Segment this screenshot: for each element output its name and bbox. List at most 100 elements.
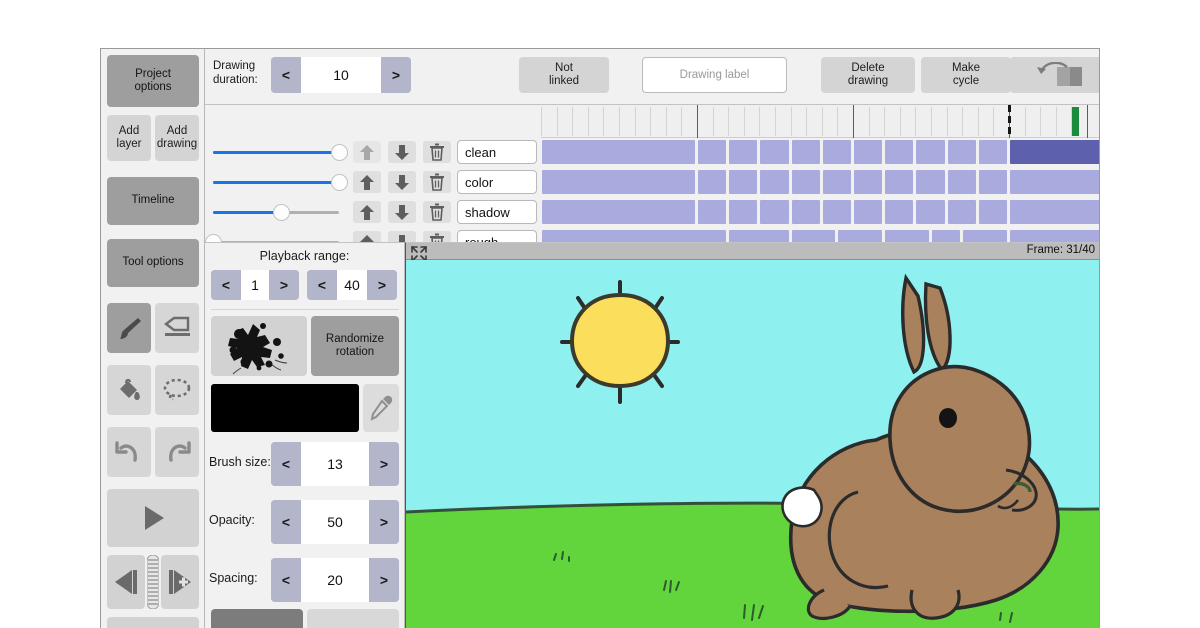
frame-cell[interactable] (760, 140, 789, 164)
layer-name-input[interactable]: shadow (457, 200, 537, 224)
spacing-increment[interactable]: > (369, 558, 399, 602)
layer-move-down-button[interactable] (388, 171, 416, 193)
frame-cell[interactable] (542, 140, 695, 164)
frame-cell[interactable] (1010, 170, 1099, 194)
play-button[interactable] (107, 489, 199, 547)
frame-cell[interactable] (978, 200, 1007, 224)
playback-start-value[interactable]: 1 (241, 270, 269, 300)
frame-cell-selected[interactable] (1010, 140, 1099, 164)
frame-cell[interactable] (822, 170, 851, 194)
spacing-decrement[interactable]: < (271, 558, 301, 602)
layer-delete-button[interactable] (423, 201, 451, 223)
frame-cell[interactable] (760, 200, 789, 224)
playback-start-increment[interactable]: > (269, 270, 299, 300)
layer-name-input[interactable]: clean (457, 140, 537, 164)
opacity-increment[interactable]: > (369, 500, 399, 544)
layer-delete-button[interactable] (423, 141, 451, 163)
layer-opacity-knob[interactable] (273, 204, 291, 221)
next-frame-add-button[interactable] (161, 555, 199, 609)
previous-frame-button[interactable] (107, 555, 145, 609)
delete-drawing-button[interactable]: Delete drawing (821, 57, 915, 93)
drawing-duration-decrement[interactable]: < (271, 57, 301, 93)
undo-button[interactable] (107, 427, 151, 477)
frame-cell[interactable] (978, 140, 1007, 164)
frame-cell[interactable] (698, 200, 727, 224)
project-options-button[interactable]: Project options (107, 55, 199, 107)
frame-cell[interactable] (916, 200, 945, 224)
color-swatch[interactable] (211, 384, 359, 432)
frame-cell[interactable] (854, 200, 883, 224)
lasso-select-tool-button[interactable] (155, 365, 199, 415)
layer-opacity-knob[interactable] (331, 174, 348, 191)
opacity-decrement[interactable]: < (271, 500, 301, 544)
layer-move-down-button[interactable] (388, 201, 416, 223)
tool-options-extra-button-right[interactable] (307, 609, 399, 628)
frame-cell[interactable] (791, 140, 820, 164)
rail-extra-button[interactable] (107, 617, 199, 628)
playback-start-decrement[interactable]: < (211, 270, 241, 300)
frame-cell[interactable] (916, 140, 945, 164)
eraser-tool-button[interactable] (155, 303, 199, 353)
layer-name-input[interactable]: color (457, 170, 537, 194)
playback-end-decrement[interactable]: < (307, 270, 337, 300)
frame-cell[interactable] (947, 170, 976, 194)
not-linked-button[interactable]: Not linked (519, 57, 609, 93)
layer-move-up-button[interactable] (353, 171, 381, 193)
frame-cell[interactable] (1010, 200, 1099, 224)
brush-tool-button[interactable] (107, 303, 151, 353)
frame-cell[interactable] (822, 200, 851, 224)
timeline-ruler[interactable] (541, 105, 1099, 138)
randomize-rotation-button[interactable]: Randomize rotation (311, 316, 399, 376)
frame-cell[interactable] (916, 170, 945, 194)
drawing-duration-stepper[interactable]: < 10 > (271, 57, 411, 93)
frame-cell[interactable] (729, 140, 758, 164)
frame-cell[interactable] (978, 170, 1007, 194)
frame-cell[interactable] (885, 140, 914, 164)
drawing-duration-increment[interactable]: > (381, 57, 411, 93)
drawing-stage[interactable] (406, 260, 1099, 628)
opacity-stepper[interactable]: < 50 > (271, 500, 399, 544)
playhead[interactable] (1008, 105, 1011, 138)
opacity-value[interactable]: 50 (301, 500, 369, 544)
playback-end-increment[interactable]: > (367, 270, 397, 300)
layer-move-up-button[interactable] (353, 141, 381, 163)
tool-options-button[interactable]: Tool options (107, 239, 199, 287)
tool-options-extra-button-left[interactable] (211, 609, 303, 628)
frame-cell[interactable] (698, 140, 727, 164)
frame-cell[interactable] (947, 140, 976, 164)
frame-cell[interactable] (542, 170, 695, 194)
frame-cell[interactable] (760, 170, 789, 194)
frame-cell[interactable] (885, 170, 914, 194)
frame-cell[interactable] (729, 200, 758, 224)
frame-cell[interactable] (791, 170, 820, 194)
layer-delete-button[interactable] (423, 171, 451, 193)
drawing-duration-value[interactable]: 10 (301, 57, 381, 93)
playback-start-stepper[interactable]: < 1 > (211, 270, 299, 300)
brush-size-stepper[interactable]: < 13 > (271, 442, 399, 486)
frame-cell[interactable] (542, 200, 695, 224)
frame-cell[interactable] (885, 200, 914, 224)
layer-move-down-button[interactable] (388, 141, 416, 163)
frame-cell[interactable] (947, 200, 976, 224)
layer-opacity-knob[interactable] (331, 144, 348, 161)
timeline-button[interactable]: Timeline (107, 177, 199, 225)
add-layer-button[interactable]: Add layer (107, 115, 151, 161)
brush-size-decrement[interactable]: < (271, 442, 301, 486)
frame-scrub-slider[interactable] (147, 555, 159, 609)
playback-end-stepper[interactable]: < 40 > (307, 270, 397, 300)
brush-size-value[interactable]: 13 (301, 442, 369, 486)
frame-cell[interactable] (854, 140, 883, 164)
flip-pages-backward-button[interactable] (1010, 57, 1099, 93)
redo-button[interactable] (155, 427, 199, 477)
frame-cell[interactable] (822, 140, 851, 164)
layer-move-up-button[interactable] (353, 201, 381, 223)
brush-preview-button[interactable] (211, 316, 307, 376)
playback-end-value[interactable]: 40 (337, 270, 367, 300)
frame-cell[interactable] (854, 170, 883, 194)
color-picker-button[interactable] (363, 384, 399, 432)
frame-cell[interactable] (698, 170, 727, 194)
frame-cell[interactable] (729, 170, 758, 194)
add-drawing-button[interactable]: Add drawing (155, 115, 199, 161)
drawing-label-input[interactable]: Drawing label (642, 57, 787, 93)
spacing-stepper[interactable]: < 20 > (271, 558, 399, 602)
